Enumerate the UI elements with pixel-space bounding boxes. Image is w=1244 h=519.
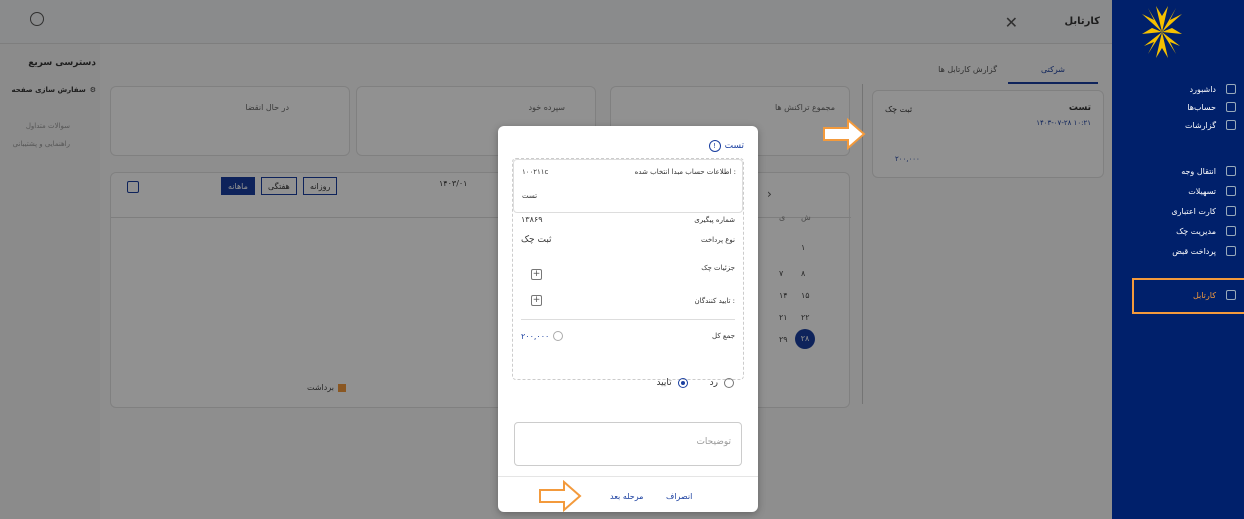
swap-icon[interactable] xyxy=(127,181,139,193)
faq-link[interactable]: سوالات متداول xyxy=(26,122,70,130)
sidebar: داشبورد حساب‌ها گزارشات انتقال وجه تسهیل… xyxy=(1112,0,1244,519)
sidebar-item-accounts[interactable]: حساب‌ها xyxy=(1120,98,1236,116)
source-account-box: اطلاعات حساب مبدا انتخاب شده : ۱۰۰۲۱۱c ت… xyxy=(513,159,743,213)
support-link[interactable]: راهنمایی و پشتیبانی xyxy=(13,140,70,148)
total-row: جمع کل ۲۰۰,۰۰۰ xyxy=(521,331,735,341)
description-field[interactable]: توضیحات xyxy=(514,422,742,466)
customize-link[interactable]: سفارش سازی صفحه ⚙ xyxy=(12,86,96,94)
bank-logo xyxy=(1142,6,1182,58)
sidebar-item-reports[interactable]: گزارشات xyxy=(1120,116,1236,134)
payment-type-row: نوع پرداخت ثبت چک xyxy=(521,235,735,245)
sidebar-item-credit-card[interactable]: کارت اعتباری xyxy=(1120,202,1236,220)
stat-card-pending: در حال انقضا xyxy=(110,86,350,156)
approval-radio-group: تایید رد xyxy=(656,378,734,388)
arrow-right-icon xyxy=(823,118,866,150)
report-icon xyxy=(1226,120,1236,130)
sidebar-item-transfer[interactable]: انتقال وجه xyxy=(1120,162,1236,180)
tab-report[interactable]: گزارش کارتابل ها xyxy=(938,65,997,74)
arrow-right-icon xyxy=(539,480,582,512)
details-box: اطلاعات حساب مبدا انتخاب شده : ۱۰۰۲۱۱c ت… xyxy=(512,158,744,380)
dashboard-icon xyxy=(1226,84,1236,94)
next-step-button[interactable]: مرحله بعد xyxy=(610,492,643,501)
loan-icon xyxy=(1226,186,1236,196)
divider xyxy=(498,476,758,477)
sidebar-item-dashboard[interactable]: داشبورد xyxy=(1120,80,1236,98)
page-title: کارتابل xyxy=(1064,16,1100,27)
divider xyxy=(521,319,735,320)
calendar-today[interactable]: ۲۸ xyxy=(795,329,815,349)
highlight-box xyxy=(1132,278,1244,314)
transfer-icon xyxy=(1226,166,1236,176)
date-select[interactable]: ۱۴۰۳/۰۱ xyxy=(439,179,467,188)
approvers-row: تایید کنندگان : + xyxy=(531,295,735,306)
info-icon: ! xyxy=(708,140,721,152)
legend-swatch xyxy=(337,383,346,392)
card-icon xyxy=(1226,206,1236,216)
quick-access-panel: دسترسی سریع سفارش سازی صفحه ⚙ سوالات متد… xyxy=(0,44,100,519)
quick-access-title: دسترسی سریع xyxy=(28,58,96,68)
sidebar-item-bill[interactable]: پرداخت قبض xyxy=(1120,242,1236,260)
gear-icon: ⚙ xyxy=(89,86,96,94)
close-icon[interactable]: ✕ xyxy=(1005,13,1018,32)
dialog-title: ! تست xyxy=(708,140,744,152)
cheque-approval-dialog: ! تست اطلاعات حساب مبدا انتخاب شده : ۱۰۰… xyxy=(498,126,758,512)
sidebar-item-cheque[interactable]: مدیریت چک xyxy=(1120,222,1236,240)
weekly-button[interactable]: هفتگی xyxy=(261,177,297,195)
chevron-right-icon[interactable]: › xyxy=(767,187,772,201)
cancel-button[interactable]: انصراف xyxy=(666,492,692,501)
chart-legend: برداشت xyxy=(307,383,346,392)
sidebar-item-loans[interactable]: تسهیلات xyxy=(1120,182,1236,200)
cartable-item[interactable]: تست ۱۴۰۳-۰۷-۲۸ ۱۰:۲۱ ثبت چک ۲۰۰,۰۰۰ xyxy=(872,90,1104,178)
bill-icon xyxy=(1226,246,1236,256)
top-header: ✕ کارتابل xyxy=(0,0,1112,44)
wallet-icon xyxy=(1226,102,1236,112)
currency-icon xyxy=(553,331,564,341)
daily-button[interactable]: روزانه xyxy=(303,177,338,195)
monthly-button[interactable]: ماهانه xyxy=(221,177,255,195)
cheque-icon xyxy=(1226,226,1236,236)
expand-plus-icon[interactable]: + xyxy=(531,269,542,280)
reject-radio[interactable] xyxy=(724,378,734,388)
expand-plus-icon[interactable]: + xyxy=(531,295,542,306)
cheque-details-row: جزئیات چک + xyxy=(531,263,735,280)
approve-radio[interactable] xyxy=(677,378,688,388)
tab-company[interactable]: شرکتی xyxy=(1008,58,1098,84)
status-badge: ثبت چک xyxy=(885,105,913,114)
tracking-row: شماره پیگیری ۱۳۸۶۹ xyxy=(521,215,735,224)
user-circle-icon[interactable] xyxy=(30,12,44,26)
